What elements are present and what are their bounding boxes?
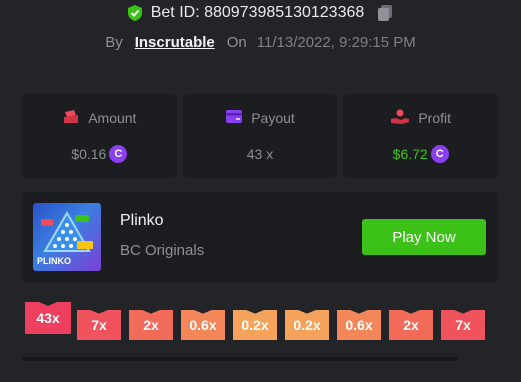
game-thumbnail[interactable]: PLINKO — [33, 203, 101, 271]
profit-value: $6.72 — [392, 146, 428, 162]
bet-meta-row: By Inscrutable On 11/13/2022, 9:29:15 PM — [0, 31, 521, 53]
bet-datetime: 11/13/2022, 9:29:15 PM — [256, 33, 416, 51]
stat-payout: Payout 43 x — [182, 94, 338, 178]
multiplier-slot: 0.2x — [285, 310, 329, 340]
wallet-card-icon — [225, 109, 243, 127]
stat-profit: Profit $6.72 C — [343, 94, 499, 178]
bet-chip-icon — [62, 109, 80, 128]
amount-label: Amount — [88, 110, 137, 126]
shield-check-icon — [127, 4, 143, 22]
profit-label: Profit — [418, 110, 452, 126]
user-link[interactable]: Inscrutable — [135, 34, 215, 51]
multiplier-slot: 2x — [129, 310, 173, 340]
bcd-coin-icon: C — [109, 145, 128, 163]
game-card: PLINKO Plinko BC Originals Play Now — [22, 192, 498, 282]
multiplier-slot: 7x — [77, 310, 121, 340]
multiplier-slot: 0.2x — [233, 310, 277, 340]
multiplier-slot: 0.6x — [337, 310, 381, 340]
bet-stats: Amount $0.16 C Payout 43 x Profit $6.72 … — [22, 94, 499, 178]
scroll-track[interactable] — [22, 357, 458, 361]
profit-hand-icon — [390, 109, 410, 128]
multiplier-slot: 7x — [441, 310, 485, 340]
multiplier-slot: 0.6x — [181, 310, 225, 340]
game-name[interactable]: Plinko — [120, 212, 164, 230]
play-now-button[interactable]: Play Now — [362, 219, 486, 255]
on-label: On — [226, 33, 247, 51]
amount-value: $0.16 — [71, 146, 107, 162]
multiplier-slot: 43x — [25, 302, 71, 334]
copy-icon[interactable] — [376, 4, 394, 22]
multiplier-slot: 2x — [389, 310, 433, 340]
payout-value: 43 x — [246, 146, 274, 162]
stat-amount: Amount $0.16 C — [22, 94, 177, 178]
by-label: By — [105, 33, 123, 51]
bet-id-text: Bet ID: 880973985130123368 — [150, 4, 365, 21]
bet-id-row: Bet ID: 880973985130123368 — [0, 2, 521, 24]
game-thumbnail-label: PLINKO — [37, 256, 72, 266]
bcd-coin-icon: C — [430, 145, 449, 163]
game-provider: BC Originals — [120, 242, 205, 259]
multiplier-row: 43x 7x 2x 0.6x 0.2x 0.2x 0.6x 2x 7x — [25, 302, 521, 344]
payout-label: Payout — [251, 110, 295, 126]
